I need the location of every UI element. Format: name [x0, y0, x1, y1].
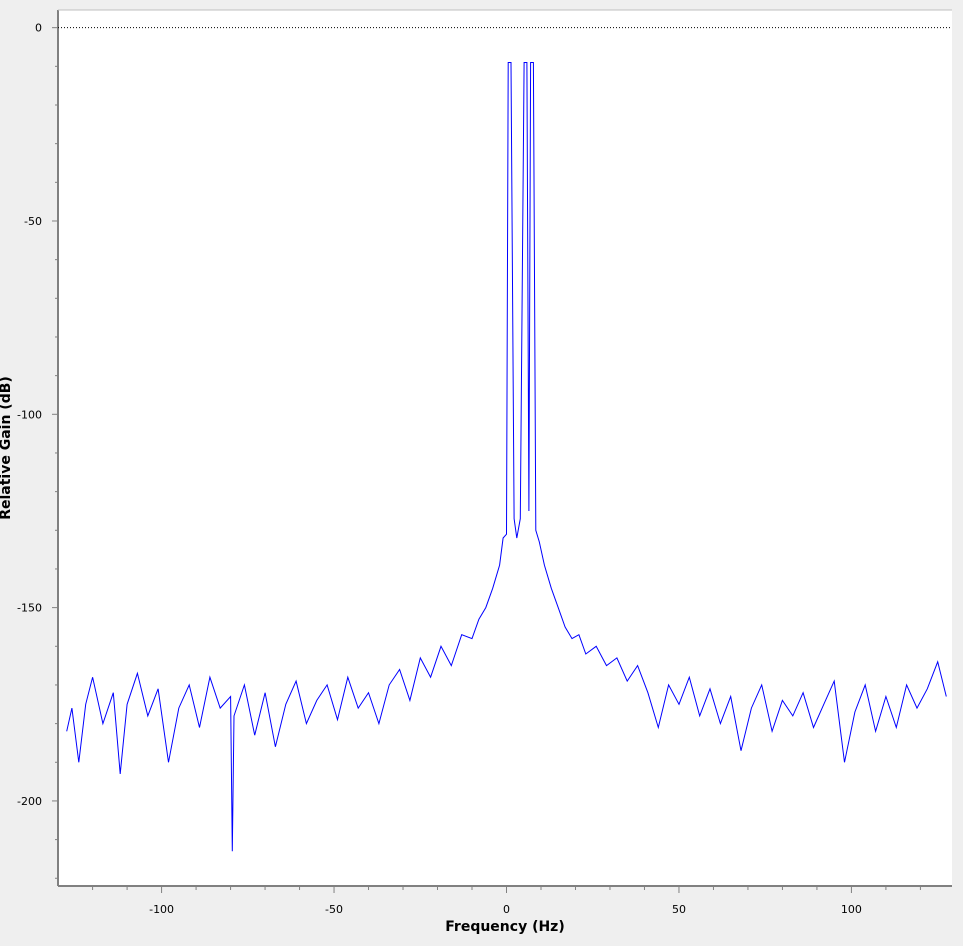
x-tick-label: -50: [325, 903, 343, 916]
x-tick-label: -100: [149, 903, 174, 916]
y-tick-label: -100: [17, 408, 42, 421]
x-axis-title: Frequency (Hz): [445, 919, 564, 935]
y-tick-label: -150: [17, 602, 42, 615]
x-tick-label: 50: [672, 903, 686, 916]
y-tick-label: -200: [17, 795, 42, 808]
x-tick-label: 0: [503, 903, 510, 916]
y-tick-label: -50: [24, 215, 42, 228]
x-axis-ticks: -100 -50 0 50 100: [92, 886, 921, 916]
chart-svg: 0 -50 -100 -150 -200 -100 -50 0 50 100 Frequency…: [0, 9, 952, 935]
y-tick-label: 0: [35, 22, 42, 35]
x-tick-label: 100: [841, 903, 862, 916]
plot-area: [58, 10, 952, 886]
spectrum-chart: 0 -50 -100 -150 -200 -100 -50 0 50 100 Frequency…: [0, 0, 963, 942]
y-axis-title: Relative Gain (dB): [0, 376, 14, 520]
y-axis-ticks: 0 -50 -100 -150 -200: [17, 22, 58, 879]
